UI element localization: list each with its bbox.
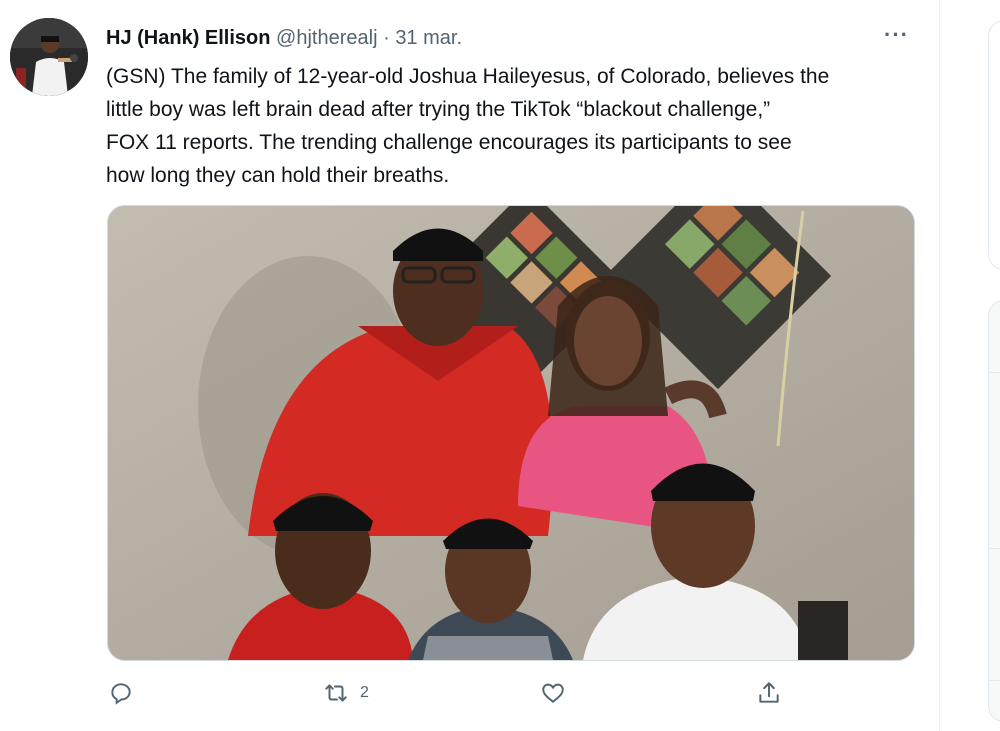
- retweet-count: 2: [360, 684, 369, 701]
- like-button[interactable]: [540, 680, 576, 706]
- tweet-text: (GSN) The family of 12-year-old Joshua H…: [106, 65, 830, 187]
- user-handle[interactable]: @hjtherealj: [276, 27, 377, 49]
- separator-dot: ·: [383, 27, 390, 49]
- reply-button[interactable]: [108, 680, 144, 706]
- tweet-header: HJ (Hank) Ellison @hjtherealj · 31 mar.: [106, 25, 462, 51]
- tweet-actions: 2: [0, 680, 940, 710]
- sidebar-card: [988, 20, 1000, 270]
- display-name[interactable]: HJ (Hank) Ellison: [106, 27, 270, 49]
- avatar[interactable]: [10, 18, 88, 96]
- heart-icon: [540, 680, 566, 706]
- sidebar-panel: [988, 300, 1000, 722]
- sidebar-divider: [990, 372, 1000, 373]
- tweet-date[interactable]: 31 mar.: [395, 27, 462, 49]
- reply-icon: [108, 680, 134, 706]
- more-options-icon[interactable]: ···: [884, 22, 909, 48]
- sidebar-divider: [990, 548, 1000, 549]
- share-icon: [756, 680, 782, 706]
- share-button[interactable]: [756, 680, 782, 706]
- retweet-icon: [322, 680, 350, 706]
- sidebar-divider: [990, 680, 1000, 681]
- tweet[interactable]: HJ (Hank) Ellison @hjtherealj · 31 mar. …: [0, 0, 940, 731]
- retweet-button[interactable]: 2: [322, 680, 369, 706]
- tweet-photo[interactable]: [107, 205, 915, 661]
